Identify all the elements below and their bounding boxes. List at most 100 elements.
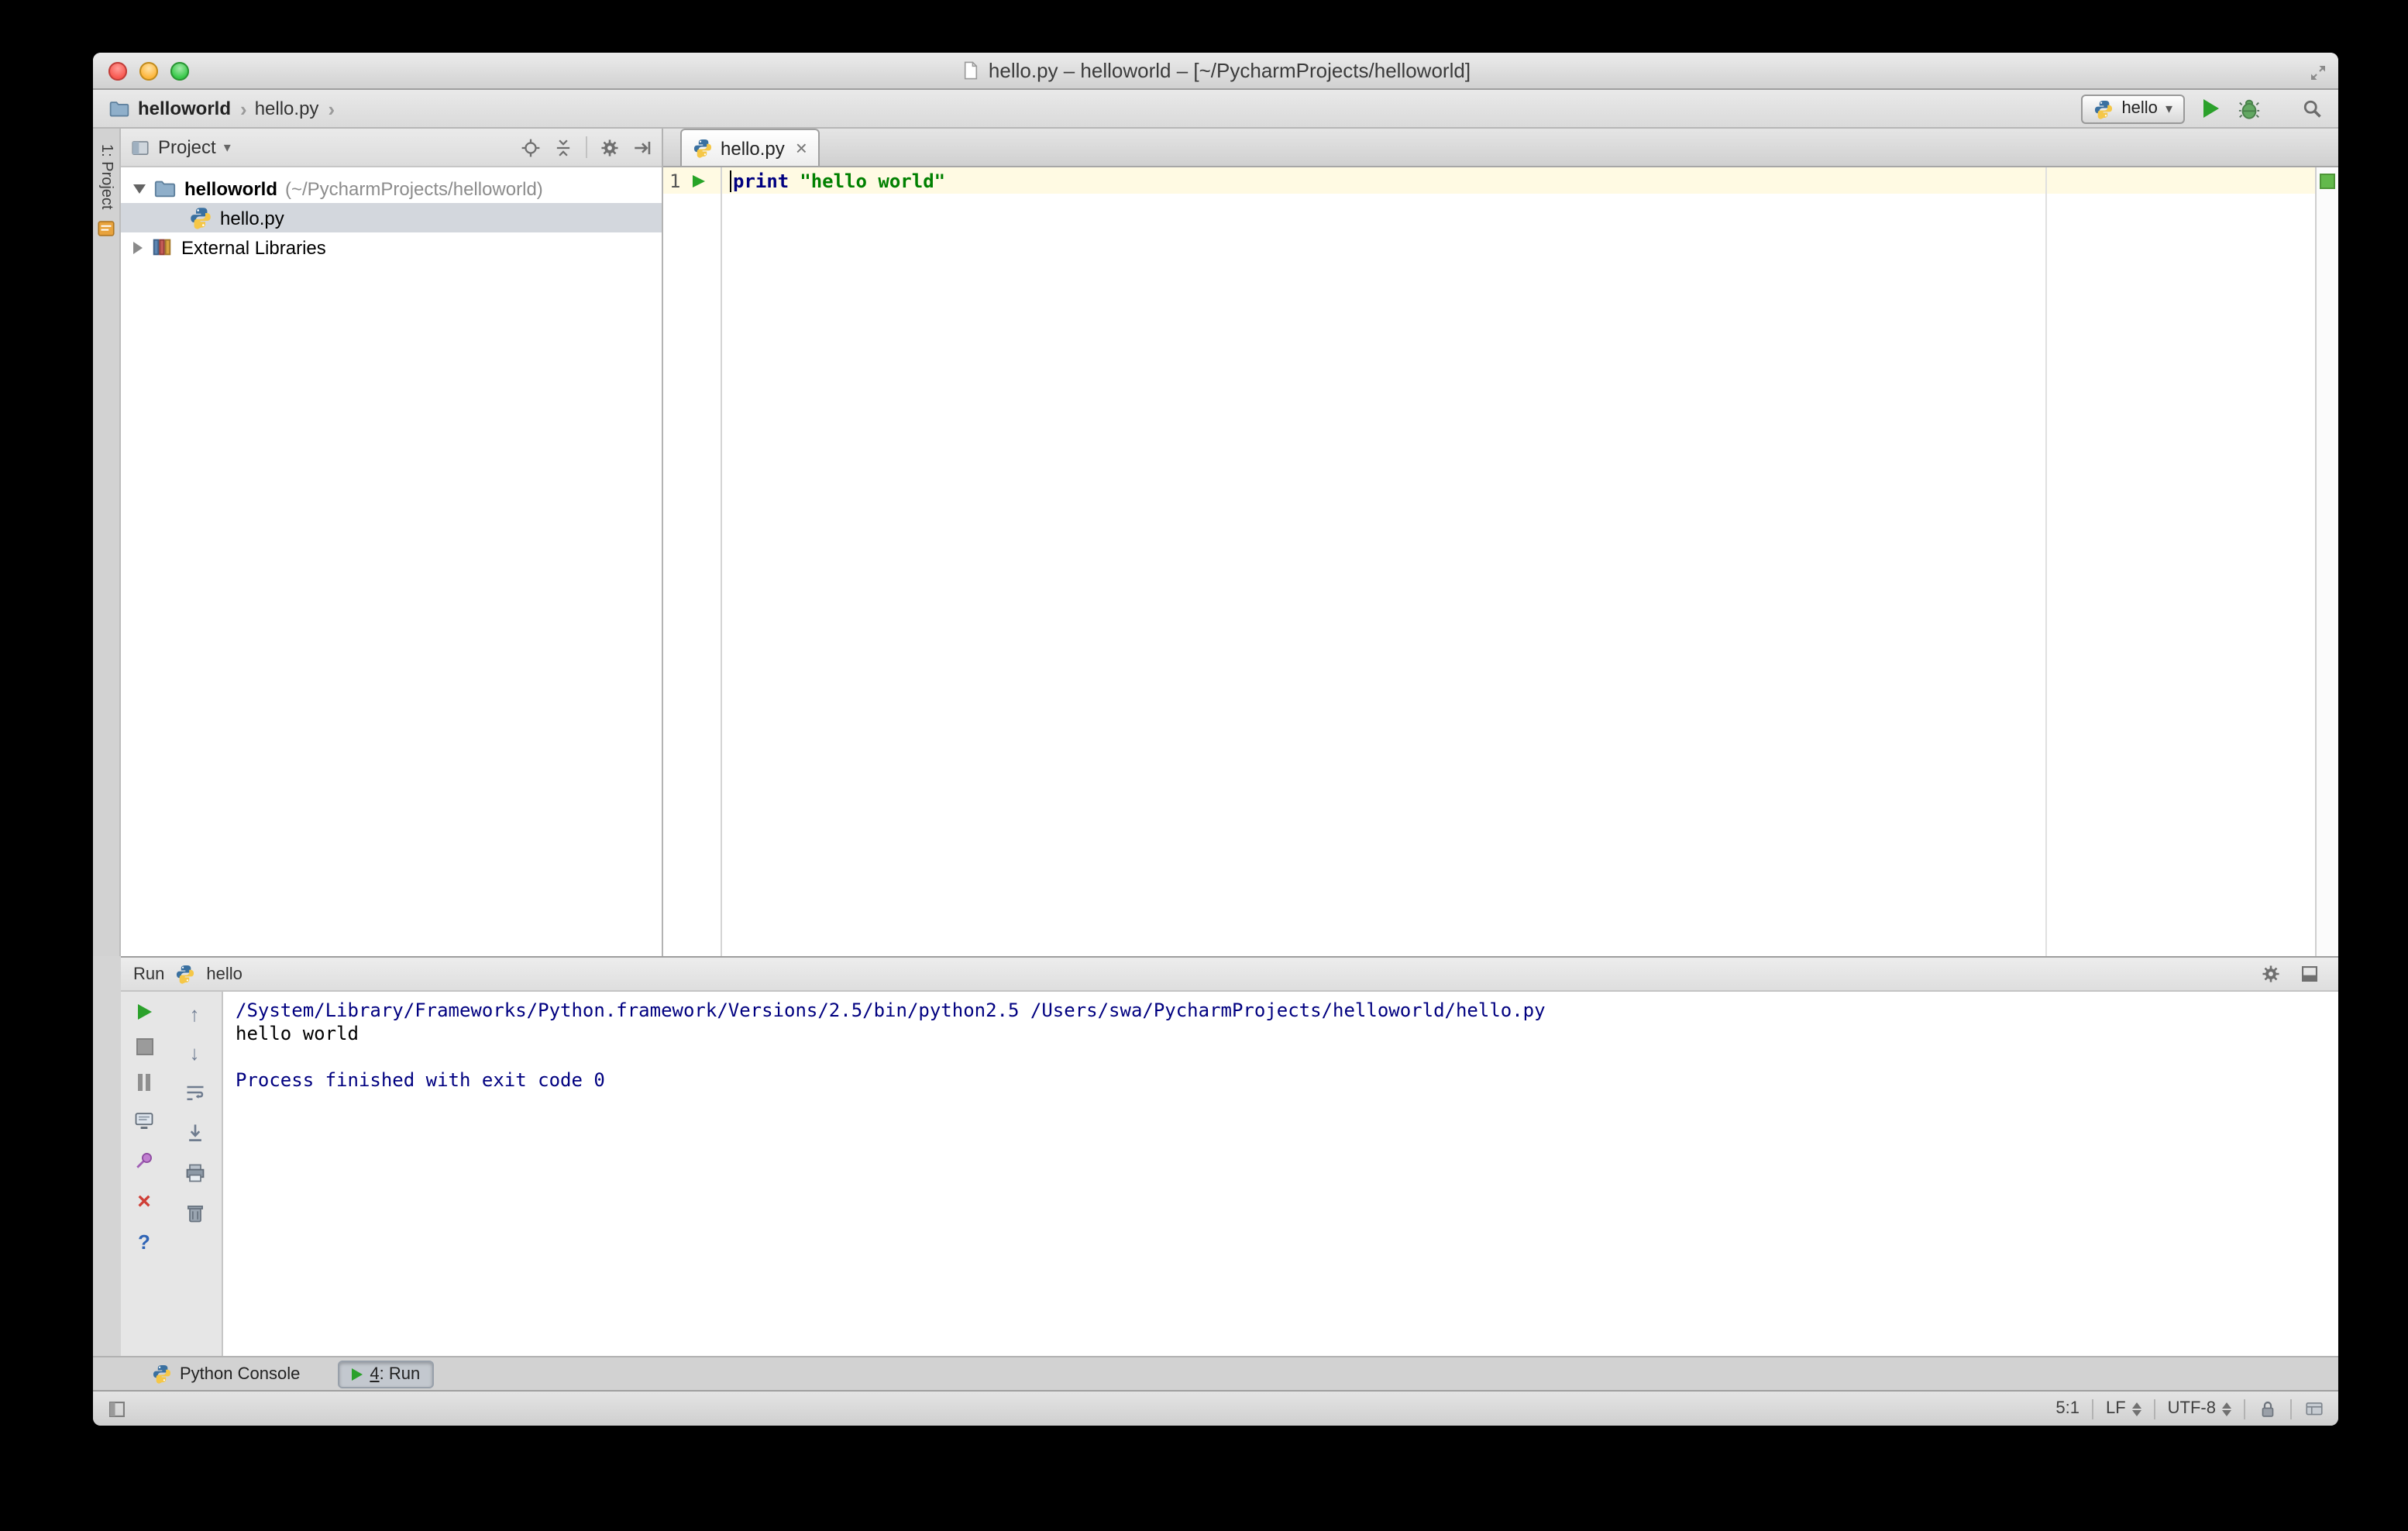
encoding-widget[interactable]: UTF-8	[2168, 1399, 2216, 1418]
spinner-arrows-icon	[2222, 1402, 2231, 1416]
run-toolwindow: Run hello × ? ↑ ↓ /System/Library/Framew…	[121, 956, 2338, 1356]
up-stack-trace-icon[interactable]: ↑	[190, 1004, 200, 1024]
error-stripe[interactable]	[2315, 167, 2338, 956]
line-number: 1	[669, 170, 681, 191]
run-icon	[351, 1368, 363, 1380]
hide-panel-icon[interactable]	[632, 137, 652, 157]
rerun-button[interactable]	[137, 1004, 151, 1020]
code-string: "hello world"	[800, 170, 946, 191]
collapse-arrow-icon[interactable]	[133, 184, 146, 193]
run-tab-label[interactable]: hello	[206, 965, 243, 983]
help-icon[interactable]: ?	[138, 1232, 150, 1252]
editor-tab-hello-py[interactable]: hello.py ×	[680, 129, 820, 166]
dock-panel-icon[interactable]	[2300, 964, 2320, 984]
soft-wrap-icon[interactable]	[184, 1082, 205, 1103]
console-line: /System/Library/Frameworks/Python.framew…	[236, 999, 1546, 1021]
minimize-window-button[interactable]	[139, 62, 158, 81]
project-panel-title[interactable]: Project	[158, 136, 216, 158]
lock-icon[interactable]	[2258, 1399, 2278, 1419]
editor-tab-bar: hello.py ×	[663, 129, 2338, 167]
tree-external-libraries-label[interactable]: External Libraries	[181, 236, 326, 258]
editor-body[interactable]: 1 print "hello world"	[663, 167, 2338, 956]
run-line-icon[interactable]	[693, 174, 706, 187]
console-line: hello world	[236, 1023, 359, 1044]
document-icon	[961, 60, 981, 81]
project-toolwindow-icon	[96, 219, 116, 239]
fullscreen-icon[interactable]	[2309, 64, 2327, 82]
collapse-all-icon[interactable]	[553, 137, 573, 157]
code-line-1[interactable]: print "hello world"	[722, 167, 2315, 194]
run-toolwindow-button[interactable]: 4: Run	[337, 1360, 435, 1388]
search-icon[interactable]	[2301, 98, 2323, 119]
console-line: Process finished with exit code 0	[236, 1069, 605, 1091]
console-output[interactable]: /System/Library/Frameworks/Python.framew…	[222, 992, 2338, 1356]
chevron-down-icon: ▾	[2165, 100, 2172, 115]
toolbar-separator	[586, 136, 587, 158]
code-area[interactable]: print "hello world"	[722, 167, 2315, 956]
show-console-icon[interactable]	[133, 1110, 155, 1131]
expand-arrow-icon[interactable]	[133, 241, 143, 253]
tree-row-project-root[interactable]: helloworld (~/PycharmProjects/helloworld…	[121, 174, 662, 203]
stop-button[interactable]	[136, 1038, 153, 1055]
run-toolbar-secondary: ↑ ↓	[167, 992, 222, 1356]
code-keyword: print	[733, 170, 789, 191]
pause-output-button[interactable]	[138, 1074, 150, 1091]
titlebar[interactable]: hello.py – helloworld – [~/PycharmProjec…	[93, 53, 2338, 90]
status-separator	[2153, 1399, 2155, 1419]
gear-icon[interactable]	[2261, 964, 2281, 984]
zoom-window-button[interactable]	[170, 62, 189, 81]
breadcrumb: helloworld › hello.py ›	[108, 97, 335, 120]
line-separator-widget[interactable]: LF	[2106, 1399, 2126, 1418]
editor-area: hello.py × 1 print "hello world"	[663, 129, 2338, 956]
error-stripe-ok-marker[interactable]	[2320, 174, 2335, 189]
print-icon[interactable]	[184, 1162, 205, 1184]
run-toolwindow-toolbar	[2261, 964, 2326, 984]
down-stack-trace-icon[interactable]: ↓	[190, 1043, 200, 1063]
tree-row-hello-py[interactable]: hello.py	[121, 203, 662, 232]
clear-all-icon[interactable]	[184, 1202, 205, 1224]
run-toolwindow-body: × ? ↑ ↓ /System/Library/Frameworks/Pytho…	[121, 992, 2338, 1356]
project-panel-header: Project ▾	[121, 129, 662, 167]
tree-root-path: (~/PycharmProjects/helloworld)	[285, 177, 543, 199]
run-configuration-select[interactable]: hello ▾	[2081, 94, 2185, 123]
status-separator	[2290, 1399, 2292, 1419]
main-area: 1: Project Project ▾ helloworld (~/Pycha…	[93, 129, 2338, 956]
tree-row-external-libraries[interactable]: External Libraries	[121, 232, 662, 262]
scroll-to-end-icon[interactable]	[184, 1122, 205, 1144]
close-toolwindow-button[interactable]: ×	[137, 1190, 151, 1213]
breadcrumb-project[interactable]: helloworld	[138, 98, 231, 119]
screen-reader-icon[interactable]	[2304, 1399, 2324, 1419]
python-file-icon	[189, 206, 212, 229]
project-tree: helloworld (~/PycharmProjects/helloworld…	[121, 167, 662, 262]
run-toolwindow-button-label: 4: Run	[370, 1364, 421, 1383]
right-margin-guide	[2045, 167, 2047, 956]
desktop-background: hello.py – helloworld – [~/PycharmProjec…	[0, 0, 2408, 1531]
libraries-icon	[150, 236, 174, 259]
pin-tab-icon[interactable]	[133, 1150, 155, 1171]
tree-root-name[interactable]: helloworld	[184, 177, 277, 199]
run-toolwindow-title: Run	[133, 965, 165, 983]
run-button[interactable]	[2203, 99, 2219, 118]
toolwindow-switcher-icon[interactable]	[107, 1399, 127, 1419]
window-title-text: hello.py – helloworld – [~/PycharmProjec…	[988, 59, 1471, 82]
tree-file-name[interactable]: hello.py	[220, 207, 284, 229]
status-separator	[2091, 1399, 2093, 1419]
project-panel-icon	[130, 137, 150, 157]
python-console-button[interactable]: Python Console	[139, 1360, 312, 1388]
python-file-icon	[693, 138, 713, 158]
project-toolwindow-button[interactable]: 1: Project	[93, 144, 119, 239]
gutter-line-1: 1	[663, 167, 721, 194]
close-tab-icon[interactable]: ×	[796, 138, 807, 158]
debug-button[interactable]	[2238, 97, 2261, 120]
gear-icon[interactable]	[600, 137, 620, 157]
chevron-right-icon: ›	[328, 97, 335, 120]
folder-icon	[153, 177, 177, 200]
project-panel: Project ▾ helloworld (~/PycharmProjects/…	[121, 129, 663, 956]
scroll-to-source-icon[interactable]	[521, 137, 541, 157]
caret-position[interactable]: 5:1	[2055, 1399, 2079, 1418]
chevron-down-icon[interactable]: ▾	[224, 139, 231, 156]
python-icon	[175, 964, 195, 984]
close-window-button[interactable]	[108, 62, 127, 81]
window-title: hello.py – helloworld – [~/PycharmProjec…	[961, 59, 1471, 82]
breadcrumb-file[interactable]: hello.py	[255, 98, 319, 119]
